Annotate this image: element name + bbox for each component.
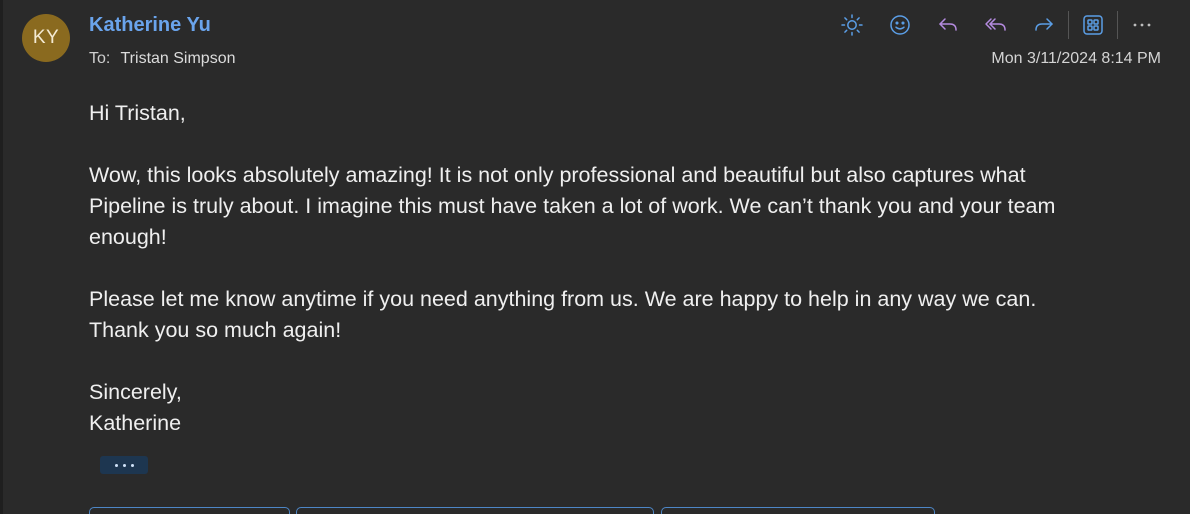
body-line: Thank you so much again! bbox=[89, 318, 342, 342]
avatar[interactable]: KY bbox=[22, 14, 70, 62]
toolbar-divider bbox=[1117, 11, 1118, 39]
apps-icon[interactable] bbox=[1077, 9, 1109, 41]
recipient-line: To: Tristan Simpson bbox=[89, 50, 236, 68]
closing: Sincerely, bbox=[89, 380, 182, 404]
suggested-reply-button[interactable] bbox=[89, 507, 290, 514]
sun-icon[interactable] bbox=[836, 9, 868, 41]
email-reading-pane: KY Katherine Yu To: Tristan Simpson Mon … bbox=[0, 0, 1190, 514]
body-line: enough! bbox=[89, 225, 167, 249]
smiley-icon[interactable] bbox=[884, 9, 916, 41]
signature: Katherine bbox=[89, 411, 182, 435]
body-line: Pipeline is truly about. I imagine this … bbox=[89, 194, 1056, 218]
recipient-name[interactable]: Tristan Simpson bbox=[121, 50, 236, 67]
toolbar-divider bbox=[1068, 11, 1069, 39]
dot bbox=[114, 463, 118, 467]
message-body: Hi Tristan, Wow, this looks absolutely a… bbox=[89, 98, 1149, 439]
suggested-reply-button[interactable] bbox=[296, 507, 654, 514]
message-toolbar bbox=[836, 9, 1158, 41]
show-trimmed-content-button[interactable] bbox=[100, 456, 148, 474]
sender-name[interactable]: Katherine Yu bbox=[89, 14, 211, 37]
reply-all-icon[interactable] bbox=[980, 9, 1012, 41]
pane-border bbox=[0, 0, 3, 514]
more-icon[interactable] bbox=[1126, 9, 1158, 41]
to-label: To: bbox=[89, 50, 111, 67]
body-line: Please let me know anytime if you need a… bbox=[89, 287, 1037, 311]
suggested-reply-button[interactable] bbox=[661, 507, 935, 514]
sent-date: Mon 3/11/2024 8:14 PM bbox=[991, 50, 1161, 67]
dot bbox=[122, 463, 126, 467]
reply-icon[interactable] bbox=[932, 9, 964, 41]
body-line: Wow, this looks absolutely amazing! It i… bbox=[89, 163, 1026, 187]
greeting: Hi Tristan, bbox=[89, 101, 186, 125]
forward-icon[interactable] bbox=[1028, 9, 1060, 41]
dot bbox=[130, 463, 134, 467]
